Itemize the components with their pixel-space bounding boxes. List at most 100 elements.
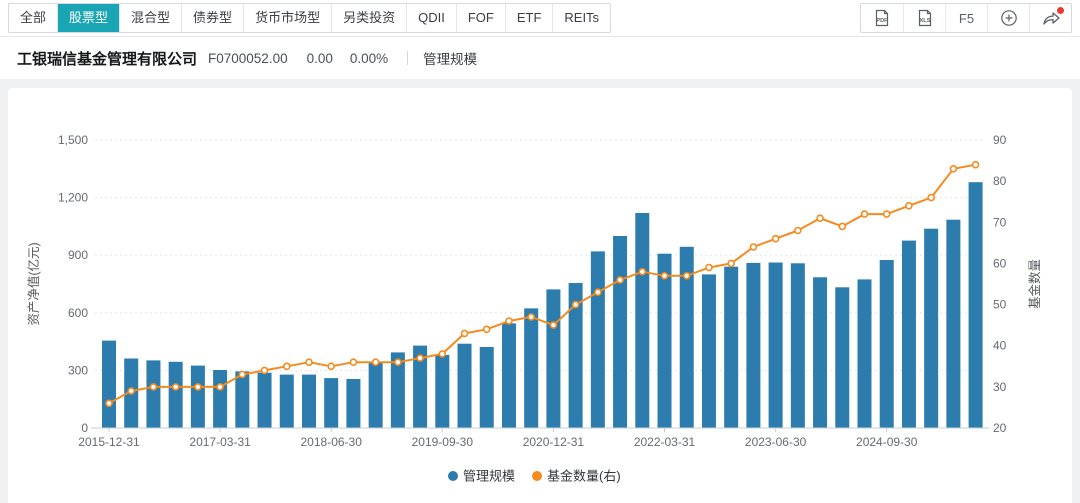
bar-2023-06-30[interactable]: [769, 263, 783, 429]
bar-2024-09-30[interactable]: [880, 260, 894, 428]
bar-2021-09-30[interactable]: [613, 236, 627, 428]
tab-bond[interactable]: 债券型: [181, 4, 243, 32]
line-marker-2017-09-30[interactable]: [262, 367, 268, 373]
line-marker-2025-09-30[interactable]: [973, 162, 979, 168]
add-button[interactable]: [987, 4, 1029, 32]
share-button[interactable]: [1029, 4, 1071, 32]
bar-2017-12-31[interactable]: [280, 375, 294, 428]
line-marker-2016-06-30[interactable]: [150, 384, 156, 390]
line-marker-2023-03-31[interactable]: [750, 244, 756, 250]
refresh-f5-button[interactable]: F5: [945, 4, 987, 32]
bar-2021-06-30[interactable]: [591, 251, 605, 428]
tab-equity[interactable]: 股票型: [57, 4, 119, 32]
bar-2022-03-31[interactable]: [658, 254, 672, 428]
bar-2020-09-30[interactable]: [524, 308, 538, 428]
line-marker-2025-03-31[interactable]: [928, 195, 934, 201]
tab-all[interactable]: 全部: [9, 4, 57, 32]
legend-item-管理规模[interactable]: 管理规模: [448, 469, 515, 484]
line-marker-2022-03-31[interactable]: [662, 273, 668, 279]
line-marker-2016-12-31[interactable]: [195, 384, 201, 390]
line-marker-2020-09-30[interactable]: [528, 314, 534, 320]
export-xls-button[interactable]: XLS: [903, 4, 945, 32]
tab-qdii[interactable]: QDII: [406, 4, 456, 32]
bar-2024-03-31[interactable]: [835, 287, 849, 428]
bar-2025-06-30[interactable]: [946, 220, 960, 428]
bar-2019-12-31[interactable]: [458, 344, 472, 428]
line-marker-2024-06-30[interactable]: [862, 211, 868, 217]
tab-alternative[interactable]: 另类投资: [331, 4, 406, 32]
bar-2018-09-30[interactable]: [346, 379, 360, 428]
line-marker-2017-12-31[interactable]: [284, 363, 290, 369]
view-label-management-scale[interactable]: 管理规模: [423, 48, 477, 68]
bar-2016-12-31[interactable]: [191, 366, 205, 428]
line-marker-2024-03-31[interactable]: [839, 223, 845, 229]
line-marker-2017-03-31[interactable]: [217, 384, 223, 390]
bar-2020-12-31[interactable]: [546, 289, 560, 428]
tab-hybrid[interactable]: 混合型: [119, 4, 181, 32]
bar-2024-06-30[interactable]: [857, 279, 871, 428]
bar-2022-12-31[interactable]: [724, 267, 738, 428]
line-marker-2021-12-31[interactable]: [639, 269, 645, 275]
bar-2018-03-31[interactable]: [302, 375, 316, 428]
line-marker-2021-06-30[interactable]: [595, 289, 601, 295]
line-marker-2015-12-31[interactable]: [106, 400, 112, 406]
x-tick-label: 2020-12-31: [523, 435, 585, 449]
line-marker-2019-12-31[interactable]: [462, 330, 468, 336]
line-marker-2018-03-31[interactable]: [306, 359, 312, 365]
line-marker-2016-03-31[interactable]: [128, 388, 134, 394]
pdf-icon: PDF: [872, 8, 892, 28]
line-marker-2018-12-31[interactable]: [373, 359, 379, 365]
line-marker-2025-06-30[interactable]: [950, 166, 956, 172]
legend-item-基金数量(右)[interactable]: 基金数量(右): [532, 469, 621, 484]
bar-2020-03-31[interactable]: [480, 347, 494, 428]
tab-money-market[interactable]: 货币市场型: [243, 4, 331, 32]
line-marker-2018-09-30[interactable]: [350, 359, 356, 365]
bar-2025-09-30[interactable]: [969, 182, 983, 428]
tab-reits[interactable]: REITs: [552, 4, 610, 32]
line-marker-2020-06-30[interactable]: [506, 318, 512, 324]
line-marker-2021-09-30[interactable]: [617, 277, 623, 283]
line-marker-2022-06-30[interactable]: [684, 273, 690, 279]
bar-2025-03-31[interactable]: [924, 229, 938, 428]
line-marker-2022-09-30[interactable]: [706, 265, 712, 271]
company-header: 工银瑞信基金管理有限公司 F0700052.00 0.00 0.00% 管理规模: [0, 37, 1080, 79]
legend-swatch: [448, 471, 458, 481]
export-pdf-button[interactable]: PDF: [861, 4, 903, 32]
bar-2023-12-31[interactable]: [813, 277, 827, 428]
line-marker-2018-06-30[interactable]: [328, 363, 334, 369]
bar-2018-06-30[interactable]: [324, 378, 338, 428]
line-marker-2021-03-31[interactable]: [573, 302, 579, 308]
line-marker-2022-12-31[interactable]: [728, 260, 734, 266]
bar-2019-09-30[interactable]: [435, 355, 449, 428]
bar-2020-06-30[interactable]: [502, 323, 516, 428]
tab-fof[interactable]: FOF: [456, 4, 505, 32]
bar-2017-09-30[interactable]: [258, 373, 272, 428]
line-marker-2016-09-30[interactable]: [173, 384, 179, 390]
bar-2015-12-31[interactable]: [102, 341, 116, 428]
line-marker-2024-12-31[interactable]: [906, 203, 912, 209]
bar-2022-09-30[interactable]: [702, 274, 716, 428]
tab-etf[interactable]: ETF: [505, 4, 553, 32]
line-marker-2020-12-31[interactable]: [550, 322, 556, 328]
line-marker-2019-06-30[interactable]: [417, 355, 423, 361]
bar-2017-06-30[interactable]: [235, 371, 249, 428]
line-marker-2019-03-31[interactable]: [395, 359, 401, 365]
bar-2016-06-30[interactable]: [146, 360, 160, 428]
bar-2018-12-31[interactable]: [369, 363, 383, 428]
line-marker-2020-03-31[interactable]: [484, 326, 490, 332]
line-marker-2017-06-30[interactable]: [239, 372, 245, 378]
line-marker-2024-09-30[interactable]: [884, 211, 890, 217]
bar-2017-03-31[interactable]: [213, 370, 227, 428]
bar-2021-12-31[interactable]: [635, 213, 649, 428]
line-marker-2019-09-30[interactable]: [439, 351, 445, 357]
value-figure: 0.00: [307, 51, 333, 66]
line-marker-2023-09-30[interactable]: [795, 228, 801, 234]
line-marker-2023-06-30[interactable]: [773, 236, 779, 242]
left-axis-title: 资产净值(亿元): [26, 242, 41, 325]
bar-2023-03-31[interactable]: [746, 263, 760, 428]
bar-2016-09-30[interactable]: [169, 362, 183, 428]
bar-2023-09-30[interactable]: [791, 263, 805, 428]
x-tick-label: 2015-12-31: [78, 435, 140, 449]
line-marker-2023-12-31[interactable]: [817, 215, 823, 221]
bar-2024-12-31[interactable]: [902, 241, 916, 428]
